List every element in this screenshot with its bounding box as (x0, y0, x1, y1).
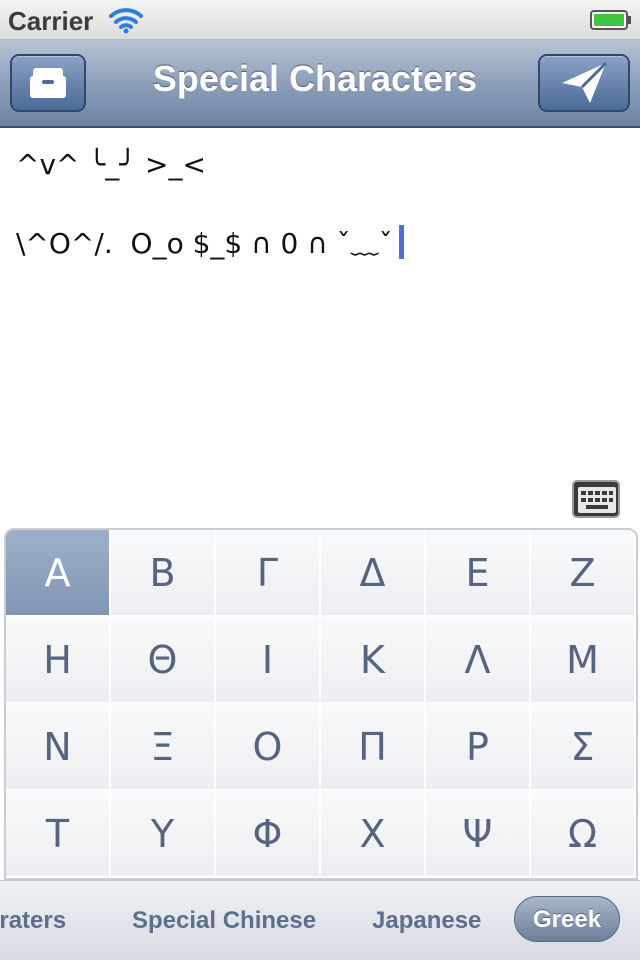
char-key[interactable]: Τ (6, 791, 111, 878)
battery-icon (590, 10, 631, 30)
char-key[interactable]: Ι (216, 617, 321, 704)
tab-special-chinese[interactable]: Special Chinese (132, 907, 316, 935)
char-key[interactable]: Σ (531, 704, 636, 791)
text-line-2: \^O^/. O_o $_$ ∩ 0 ∩ ˇ﹏ˇ (16, 222, 404, 262)
char-key[interactable]: Χ (321, 791, 426, 878)
keyboard-toggle-button[interactable] (572, 480, 620, 518)
char-key[interactable]: Ζ (531, 530, 636, 617)
keyboard-icon (578, 487, 616, 513)
char-key[interactable]: Β (111, 530, 216, 617)
text-line-1: ^v^ ╰_╯ >_< (16, 148, 206, 181)
char-key[interactable]: Κ (321, 617, 426, 704)
send-button[interactable] (538, 54, 630, 112)
char-key[interactable]: Ρ (426, 704, 531, 791)
char-key[interactable]: Ν (6, 704, 111, 791)
char-key[interactable]: Μ (531, 617, 636, 704)
char-key[interactable]: Δ (321, 530, 426, 617)
status-bar: Carrier (0, 0, 640, 40)
send-icon (562, 61, 608, 103)
wifi-icon (109, 8, 143, 34)
page-title: Special Characters (152, 58, 478, 99)
char-key[interactable]: Α (6, 530, 111, 617)
text-editor[interactable]: ^v^ ╰_╯ >_< \^O^/. O_o $_$ ∩ 0 ∩ ˇ﹏ˇ (0, 130, 640, 526)
navigation-bar: Special Characters (0, 40, 640, 128)
char-key[interactable]: Π (321, 704, 426, 791)
category-tab-bar: araters Special Chinese Japanese Greek (0, 880, 640, 960)
char-key[interactable]: Γ (216, 530, 321, 617)
char-key[interactable]: Ε (426, 530, 531, 617)
char-key[interactable]: Υ (111, 791, 216, 878)
tab-greek[interactable]: Greek (514, 896, 621, 942)
char-key[interactable]: Ω (531, 791, 636, 878)
archive-button[interactable] (10, 54, 86, 112)
char-key[interactable]: Φ (216, 791, 321, 878)
tab-japanese[interactable]: Japanese (372, 907, 481, 935)
character-grid: ΑΒΓΔΕΖ ΗΘΙΚΛΜ ΝΞΟΠΡΣ ΤΥΦΧΨΩ (4, 528, 638, 880)
text-cursor (398, 225, 404, 259)
char-key[interactable]: Ο (216, 704, 321, 791)
char-key[interactable]: Ξ (111, 704, 216, 791)
tab-characters[interactable]: araters (0, 907, 66, 935)
char-key[interactable]: Θ (111, 617, 216, 704)
carrier-label: Carrier (8, 6, 94, 36)
char-key[interactable]: Η (6, 617, 111, 704)
char-key[interactable]: Ψ (426, 791, 531, 878)
char-key[interactable]: Λ (426, 617, 531, 704)
archive-icon (30, 68, 66, 98)
text-line-2-content: \^O^/. O_o $_$ ∩ 0 ∩ ˇ﹏ˇ (16, 227, 393, 260)
